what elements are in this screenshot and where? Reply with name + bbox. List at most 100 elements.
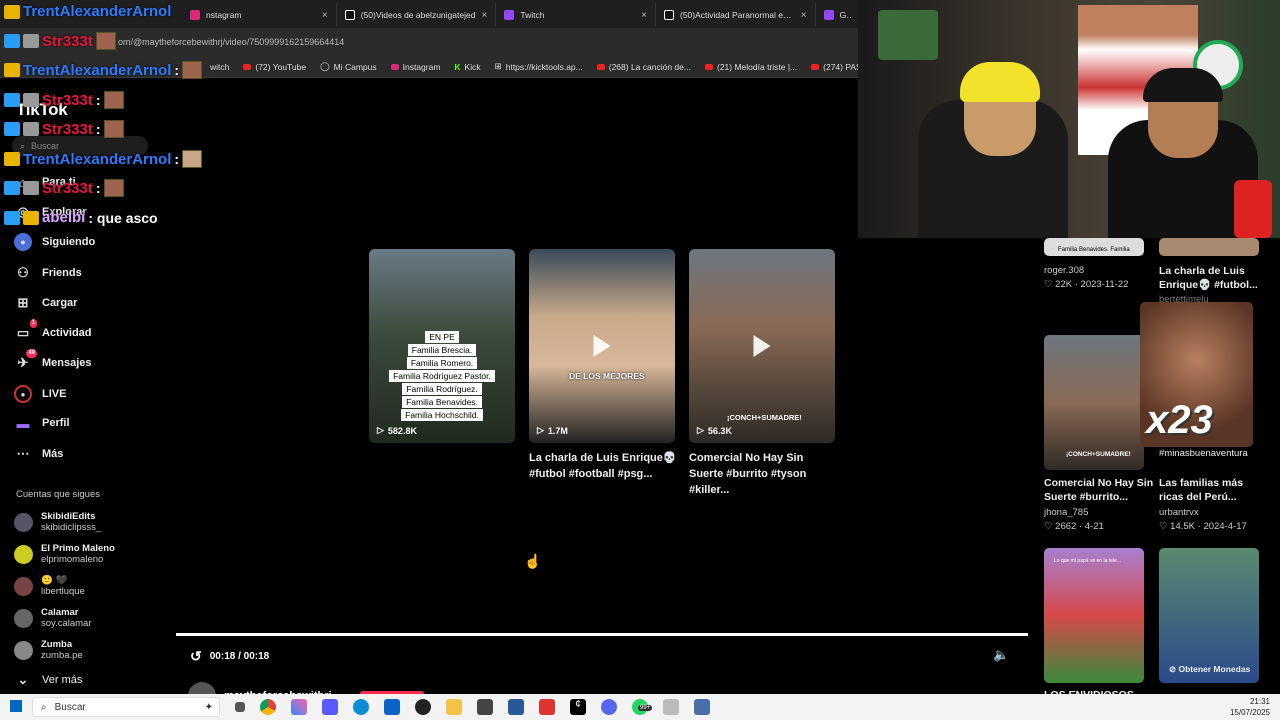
outlook-icon[interactable]: [384, 699, 400, 715]
edge-icon[interactable]: [353, 699, 369, 715]
close-icon[interactable]: ×: [801, 10, 807, 21]
mouse-cursor-icon: ☝: [524, 553, 542, 569]
bing-icon: ✦: [204, 701, 213, 713]
bookmark[interactable]: K Kick: [454, 62, 480, 72]
badge-icon: [4, 210, 20, 225]
close-icon[interactable]: ×: [482, 10, 488, 21]
tab-goku[interactable]: Goku: [816, 3, 860, 27]
app-icon[interactable]: [663, 699, 679, 715]
video-card[interactable]: EN PE Familia Brescia. Familia Romero. F…: [369, 249, 515, 443]
twitch-icon: [823, 10, 834, 20]
nav-following[interactable]: ● Siguiendo: [14, 233, 164, 251]
recommended-thumb[interactable]: Familia Benavides. Familia Hochschild.: [1044, 238, 1144, 256]
replay-icon[interactable]: ↺: [190, 648, 202, 665]
play-icon[interactable]: [753, 335, 771, 357]
recommended-title[interactable]: La charla de Luis Enrique💀 #futbol...: [1159, 264, 1259, 292]
nav-activity[interactable]: ▭ 1 Actividad: [14, 319, 164, 342]
account-item[interactable]: 🙂 🖤 libertluque: [14, 575, 85, 597]
recommended-author[interactable]: roger.308: [1044, 264, 1084, 278]
youtube-icon: [704, 63, 713, 70]
tab-twitch[interactable]: Twitch ×: [496, 3, 656, 27]
recommended-thumb[interactable]: ⊘ Obtener Monedas: [1159, 548, 1259, 683]
grid-icon: ⊞: [494, 61, 502, 71]
bookmark[interactable]: ◯ Mi Campus: [320, 61, 377, 72]
play-icon: ▷: [537, 425, 544, 435]
chat-message: Str333t:: [4, 179, 124, 197]
copilot-icon[interactable]: [291, 699, 307, 715]
whatsapp-icon[interactable]: 99+: [632, 699, 653, 715]
video-card[interactable]: DE LOS MEJORES ▷ 1.7M: [529, 249, 675, 443]
video-caption[interactable]: Comercial No Hay Sin Suerte #burrito #ty…: [689, 450, 839, 498]
bookmark[interactable]: witch: [210, 62, 229, 72]
recommended-stats: ♡ 2662 · 4-21: [1044, 521, 1104, 532]
account-item[interactable]: Calamar soy.calamar: [14, 607, 92, 629]
mouse-badge-icon: [23, 93, 39, 107]
app-icon[interactable]: [477, 699, 493, 715]
video-card[interactable]: ¡CONCH+SUMADRE! ▷ 56.3K: [689, 249, 835, 443]
get-coins-button[interactable]: ⊘ Obtener Monedas: [1169, 664, 1250, 675]
folder-icon[interactable]: [446, 699, 462, 715]
activity-icon: ▭ 1: [16, 319, 37, 340]
url-text: om/@maytheforcebewithrj/video/7509999162…: [118, 37, 345, 47]
badge-icon: [4, 122, 20, 136]
tab-tiktok-videos[interactable]: (50)Videos de abelzunigatejed ×: [337, 3, 497, 27]
recommended-thumb[interactable]: [1159, 238, 1259, 256]
nav-more[interactable]: ⋯ Más: [14, 445, 164, 463]
youtube-icon: [243, 63, 252, 70]
recommended-thumb[interactable]: Lo que mi papá ve en la tele...: [1044, 548, 1144, 683]
badge-icon: [4, 93, 20, 107]
play-icon: ▷: [697, 425, 704, 435]
account-item[interactable]: El Primo Maleno elprimomaleno: [14, 543, 115, 565]
capcut-icon[interactable]: ¢: [570, 699, 586, 715]
nav-profile[interactable]: ▬ Perfil: [14, 414, 164, 432]
task-view-icon[interactable]: [235, 702, 245, 712]
obs-icon[interactable]: [415, 699, 431, 715]
calculator-icon[interactable]: [694, 699, 710, 715]
notification-badge: 49: [26, 349, 37, 358]
bookmark[interactable]: (268) La canción de...: [596, 62, 691, 72]
bookmark[interactable]: Instagram: [390, 62, 440, 72]
tab-tiktok-paranormal[interactable]: (50)Actividad Paranormal en la ×: [656, 3, 816, 27]
taskbar-search[interactable]: ⌕ Buscar ✦: [32, 697, 220, 717]
play-icon[interactable]: [593, 335, 611, 357]
store-icon[interactable]: [322, 699, 338, 715]
chat-message: Str333t: [4, 32, 116, 50]
recommended-title[interactable]: Las familias más ricas del Perú...: [1159, 476, 1269, 504]
nav-upload[interactable]: ⊞ Cargar: [14, 294, 164, 312]
bookmark[interactable]: (21) Melodía triste |...: [704, 62, 797, 72]
recommended-author[interactable]: jhona_785: [1044, 506, 1088, 520]
address-bar[interactable]: om/@maytheforcebewithrj/video/7509999162…: [0, 28, 860, 56]
kick-icon: K: [454, 61, 461, 72]
progress-bar[interactable]: [176, 633, 1028, 636]
recommended-tag[interactable]: #minasbuenaventura: [1159, 447, 1248, 461]
emote: [103, 179, 124, 197]
heart-icon: ♡: [1044, 521, 1053, 532]
profile-icon: ▬: [16, 415, 30, 431]
close-icon[interactable]: ×: [641, 10, 647, 21]
system-clock[interactable]: 21:31 15/07/2025: [1230, 696, 1270, 718]
recommended-title[interactable]: Comercial No Hay Sin Suerte #burrito...: [1044, 476, 1159, 504]
streamlabs-icon[interactable]: [539, 699, 555, 715]
recommended-author[interactable]: urbantrvx: [1159, 506, 1199, 520]
bookmark[interactable]: (72) YouTube: [243, 62, 306, 72]
account-item[interactable]: SkibidiEdits skibidiclipsss_: [14, 511, 101, 533]
close-icon[interactable]: ×: [322, 10, 328, 21]
discord-icon[interactable]: [601, 699, 617, 715]
recommended-thumb[interactable]: ¡CONCH+SUMADRE!: [1044, 335, 1144, 470]
nav-friends[interactable]: ⚇ Friends: [14, 264, 164, 282]
chat-message: TrentAlexanderArnol:: [4, 150, 203, 168]
chat-message: TrentAlexanderArnol:: [4, 61, 203, 79]
windows-start-icon[interactable]: [10, 700, 22, 712]
account-item[interactable]: Zumba zumba.pe: [14, 639, 83, 661]
word-icon[interactable]: [508, 699, 524, 715]
video-caption[interactable]: La charla de Luis Enrique💀 #futbol #foot…: [529, 450, 679, 482]
crown-badge-icon: [4, 63, 20, 77]
see-more-button[interactable]: ⌄ Ver más: [14, 671, 164, 689]
nav-messages[interactable]: ✈ 49 Mensajes: [14, 349, 164, 372]
emote: [182, 150, 203, 168]
bookmark[interactable]: ⊞ https://kicktools.ap...: [495, 61, 583, 72]
volume-icon[interactable]: 🔈: [993, 647, 1009, 663]
view-count: ▷ 1.7M: [537, 425, 568, 436]
chrome-icon[interactable]: [260, 699, 276, 715]
nav-live[interactable]: ● LIVE: [14, 385, 164, 403]
